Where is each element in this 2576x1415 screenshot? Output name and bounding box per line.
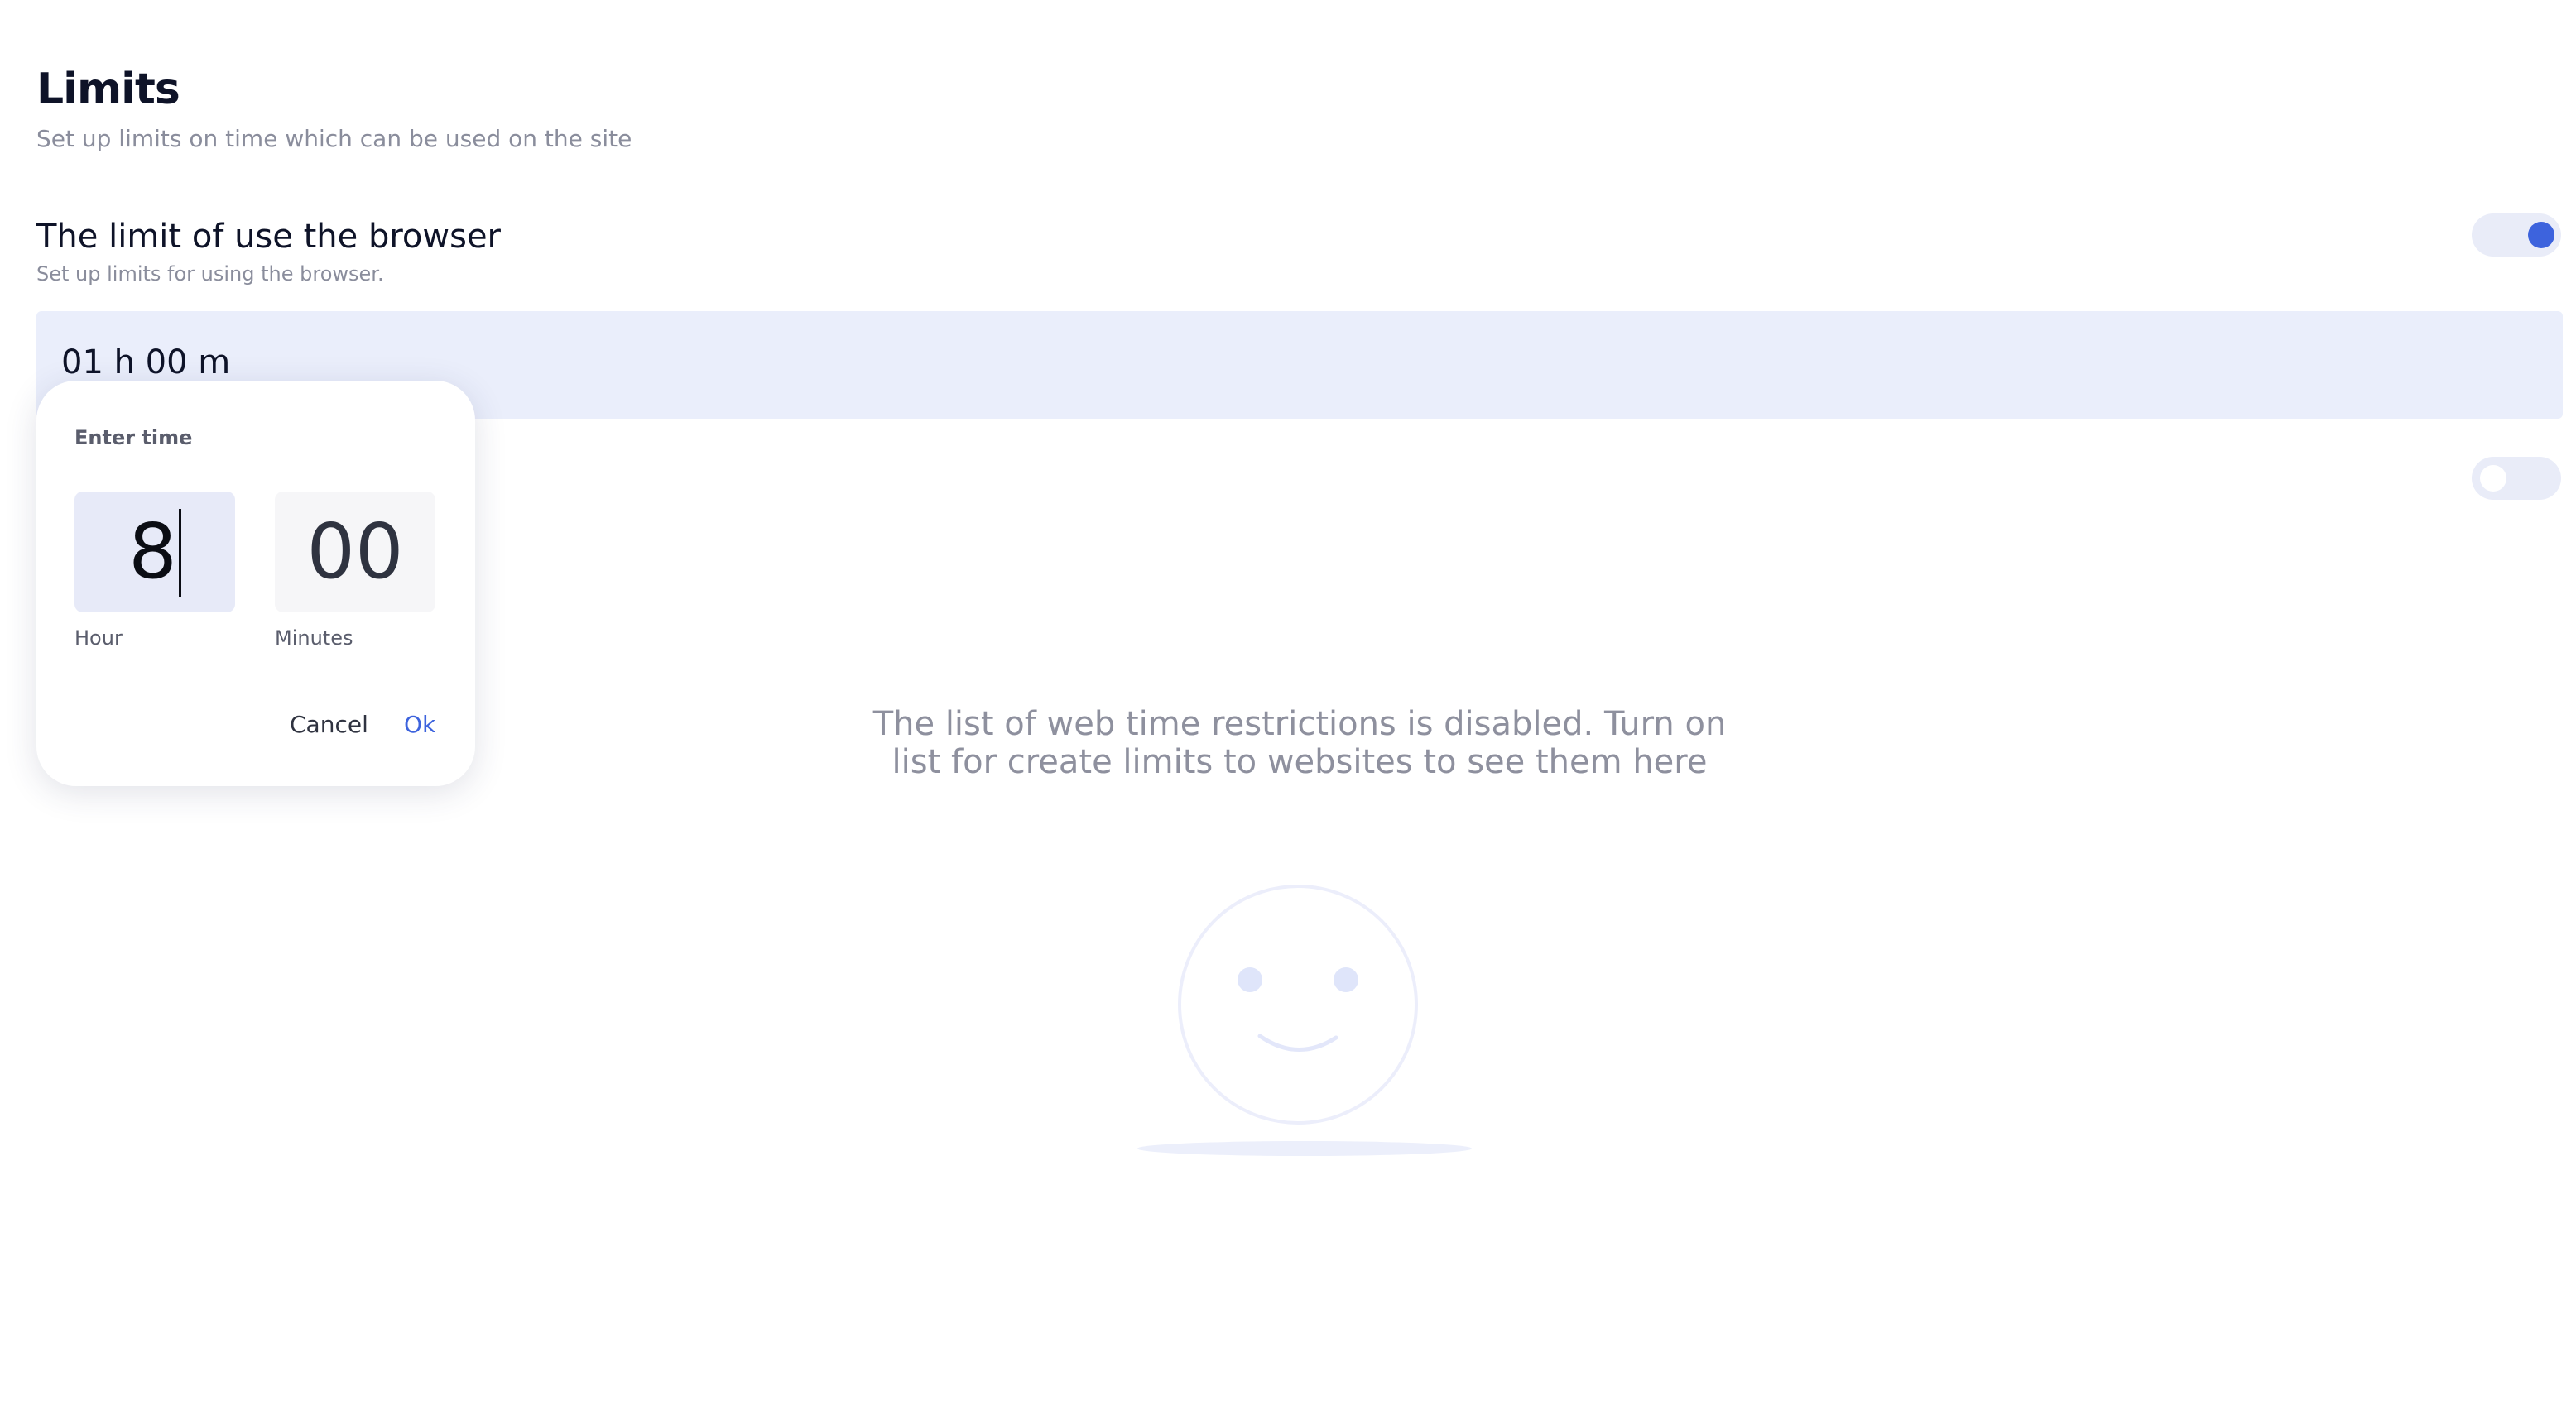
browser-limit-title: The limit of use the browser [36, 218, 501, 256]
hour-input[interactable]: 8 [74, 492, 235, 612]
web-limits-toggle[interactable] [2472, 457, 2561, 500]
hour-label: Hour [74, 626, 123, 650]
page-subtitle: Set up limits on time which can be used … [36, 125, 632, 152]
empty-state-line-2: list for create limits to websites to se… [892, 743, 1708, 781]
time-picker-title: Enter time [74, 426, 193, 449]
empty-state-line-1: The list of web time restrictions is dis… [872, 705, 1727, 743]
time-picker-dialog: Enter time 8 00 Hour Minutes Cancel Ok [36, 381, 475, 786]
hour-input-value-wrap: 8 [74, 492, 235, 612]
limits-page: Limits Set up limits on time which can b… [0, 0, 2576, 1415]
minutes-input-value: 00 [306, 507, 404, 596]
page-title: Limits [36, 65, 180, 114]
browser-limit-time-value: 01 h 00 m [61, 343, 231, 381]
hour-input-value: 8 [128, 507, 177, 596]
toggle-knob [2480, 465, 2506, 492]
text-caret [178, 508, 181, 597]
browser-limit-subtitle: Set up limits for using the browser. [36, 262, 384, 285]
cancel-button[interactable]: Cancel [290, 710, 368, 740]
empty-state-message: The list of web time restrictions is dis… [828, 705, 1771, 781]
ok-button[interactable]: Ok [404, 710, 435, 740]
toggle-knob [2528, 222, 2554, 248]
minutes-label: Minutes [275, 626, 353, 650]
minutes-input[interactable]: 00 [275, 492, 435, 612]
smiley-face-icon [1137, 885, 1472, 1156]
browser-limit-toggle[interactable] [2472, 213, 2561, 257]
